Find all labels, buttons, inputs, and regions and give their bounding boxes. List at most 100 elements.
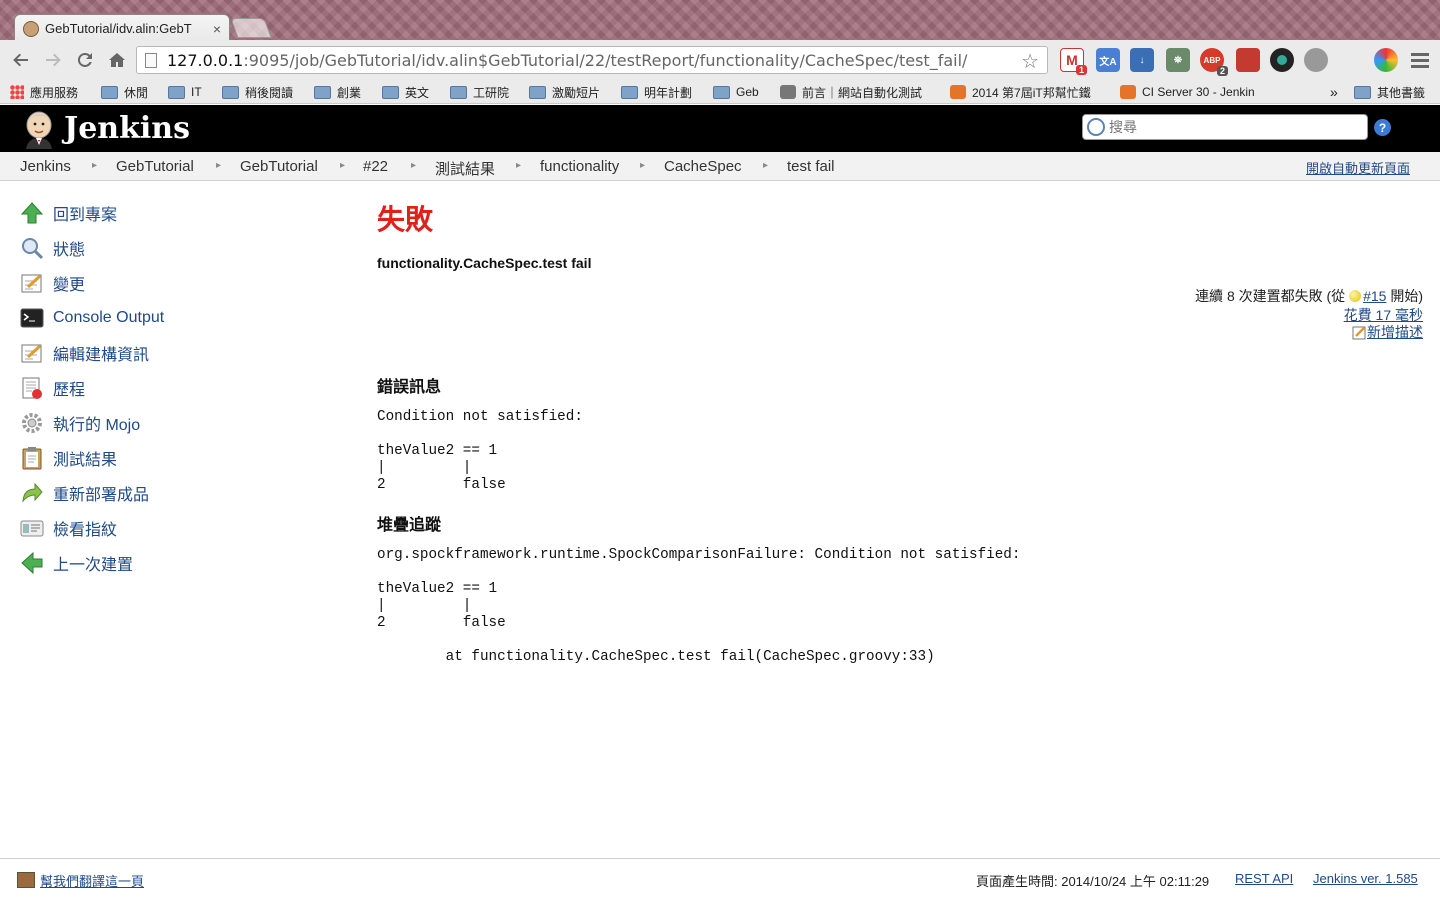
download-extension-icon[interactable]: ↓	[1130, 48, 1154, 72]
folder-icon	[713, 85, 730, 99]
sidebar-item-test-results[interactable]: 測試結果	[20, 446, 117, 470]
tab-close-icon[interactable]: ×	[213, 21, 221, 37]
edit-notepad-icon	[21, 344, 42, 363]
browser-tab-strip: GebTutorial/idv.alin:GebT ×	[0, 0, 1440, 42]
jenkins-favicon-icon	[23, 20, 39, 37]
url-host: 127.0.0.1	[167, 50, 244, 70]
bookmark-link[interactable]: 前言｜網站自動化測試	[780, 83, 932, 101]
folder-icon	[101, 85, 118, 99]
bookmarks-overflow-button[interactable]: »	[1330, 83, 1338, 101]
new-tab-button[interactable]	[230, 18, 272, 38]
color-wheel-extension-icon[interactable]	[1374, 48, 1398, 72]
bookmark-folder[interactable]: 創業	[314, 83, 361, 101]
jenkins-version-link[interactable]: Jenkins ver. 1.585	[1313, 871, 1418, 886]
magnifier-icon	[22, 238, 44, 260]
bookmark-folder[interactable]: 激勵短片	[529, 83, 600, 101]
fingerprint-card-icon	[20, 520, 44, 537]
jenkins-header: Jenkins ?	[0, 105, 1440, 152]
page-footer: 幫我們翻譯這一頁 頁面產生時間: 2014/10/24 上午 02:11:29 …	[0, 858, 1440, 900]
bookmark-star-icon[interactable]: ☆	[1021, 49, 1039, 73]
bookmark-folder[interactable]: 工研院	[450, 83, 509, 101]
bookmark-apps[interactable]: 應用服務	[10, 83, 78, 101]
evernote-extension-icon[interactable]	[1304, 48, 1328, 72]
apps-grid-icon	[10, 85, 24, 99]
breadcrumb: Jenkins ▸ GebTutorial ▸ GebTutorial ▸ #2…	[0, 152, 1440, 181]
address-bar[interactable]: 127.0.0.1 :9095/job/GebTutorial/idv.alin…	[136, 46, 1048, 74]
failing-since-build-link[interactable]: #15	[1363, 288, 1386, 304]
sidebar-item-history[interactable]: 歷程	[20, 376, 85, 400]
sidebar-item-changes[interactable]: 變更	[20, 271, 85, 295]
bookmark-folder[interactable]: 稍後閱讀	[222, 83, 293, 101]
folder-icon	[450, 85, 467, 99]
folder-icon	[314, 85, 331, 99]
bookmark-folder[interactable]: 英文	[382, 83, 429, 101]
error-message-text: Condition not satisfied: theValue2 == 1 …	[377, 409, 583, 493]
enable-auto-refresh-link[interactable]: 開啟自動更新頁面	[1306, 158, 1410, 177]
error-message-heading: 錯誤訊息	[377, 379, 442, 396]
breadcrumb-item[interactable]: test fail	[787, 158, 835, 175]
reload-icon[interactable]	[72, 47, 98, 73]
breadcrumb-item[interactable]: CacheSpec	[664, 158, 742, 175]
ithome-icon	[950, 85, 966, 99]
breadcrumb-separator-icon: ▸	[516, 160, 522, 171]
edit-pencil-icon	[1352, 326, 1366, 340]
jenkins-title[interactable]: Jenkins	[64, 111, 190, 146]
help-icon[interactable]: ?	[1374, 119, 1391, 136]
back-icon[interactable]	[8, 47, 34, 73]
rest-api-link[interactable]: REST API	[1235, 871, 1293, 886]
duration-link[interactable]: 花費 17 毫秒	[1344, 307, 1423, 323]
search-icon	[1087, 118, 1105, 136]
red-book-extension-icon[interactable]	[1236, 48, 1260, 72]
yellow-ball-icon	[1349, 290, 1362, 302]
notepad-icon	[21, 274, 42, 293]
folder-icon	[382, 85, 399, 99]
bookmark-folder[interactable]: IT	[168, 83, 202, 101]
search-box	[1082, 114, 1368, 140]
up-arrow-icon	[20, 202, 44, 224]
left-arrow-icon	[21, 551, 43, 575]
home-icon[interactable]	[104, 47, 130, 73]
history-icon	[22, 377, 42, 399]
bookmark-link[interactable]: 2014 第7屆iT邦幫忙鐵	[950, 83, 1104, 101]
sidebar-item-status[interactable]: 狀態	[20, 236, 85, 260]
forward-icon[interactable]	[40, 47, 66, 73]
sidebar-item-redeploy-artifacts[interactable]: 重新部署成品	[20, 481, 149, 505]
camera-extension-icon[interactable]	[1270, 48, 1294, 72]
breadcrumb-separator-icon: ▸	[640, 160, 646, 171]
bookmark-folder[interactable]: Geb	[713, 83, 759, 101]
page-generated-time: 頁面產生時間: 2014/10/24 上午 02:11:29	[976, 874, 1210, 889]
add-description: 新增描述	[1352, 322, 1423, 342]
gmail-extension-icon[interactable]: M 1	[1060, 48, 1087, 75]
breadcrumb-item[interactable]: #22	[363, 158, 388, 175]
bookmark-folder[interactable]: 休閒	[101, 83, 148, 101]
translate-page-link[interactable]: 幫我們翻譯這一頁	[40, 871, 144, 890]
jenkins-logo-icon[interactable]	[20, 109, 58, 149]
sidebar-item-back-to-project[interactable]: 回到專案	[20, 201, 117, 225]
breadcrumb-item[interactable]: GebTutorial	[240, 158, 318, 175]
menu-icon[interactable]	[1408, 48, 1432, 72]
sidebar-item-previous-build[interactable]: 上一次建置	[20, 551, 133, 575]
failure-since-info: 連續 8 次建置都失敗 (從 #15 開始)	[1195, 288, 1423, 304]
adblock-plus-icon[interactable]: ABP 2	[1200, 48, 1228, 76]
breadcrumb-item[interactable]: Jenkins	[20, 158, 71, 175]
sidebar-item-edit-build-info[interactable]: 編輯建構資訊	[20, 341, 149, 365]
folder-icon	[1354, 85, 1371, 99]
test-status-title: 失敗	[377, 204, 434, 235]
add-description-link[interactable]: 新增描述	[1367, 324, 1423, 340]
search-input[interactable]	[1109, 119, 1359, 135]
sidebar-item-fingerprints[interactable]: 檢看指紋	[20, 516, 117, 540]
clipboard-icon	[22, 447, 42, 470]
ithome-icon	[1120, 85, 1136, 99]
tag-extension-icon[interactable]: ⛯	[1166, 48, 1190, 72]
translate-extension-icon[interactable]: 文A	[1096, 48, 1120, 72]
breadcrumb-item[interactable]: functionality	[540, 158, 619, 175]
bookmark-folder[interactable]: 明年計劃	[621, 83, 692, 101]
sidebar-item-executed-mojos[interactable]: 執行的 Mojo	[20, 411, 140, 435]
bookmark-link[interactable]: CI Server 30 - Jenkin	[1120, 83, 1276, 101]
breadcrumb-item[interactable]: GebTutorial	[116, 158, 194, 175]
folder-icon	[621, 85, 638, 99]
browser-tab[interactable]: GebTutorial/idv.alin:GebT ×	[14, 14, 230, 42]
breadcrumb-item[interactable]: 測試結果	[435, 158, 495, 179]
bookmark-other[interactable]: 其他書籤	[1354, 83, 1425, 101]
sidebar-item-console-output[interactable]: Console Output	[20, 306, 164, 330]
